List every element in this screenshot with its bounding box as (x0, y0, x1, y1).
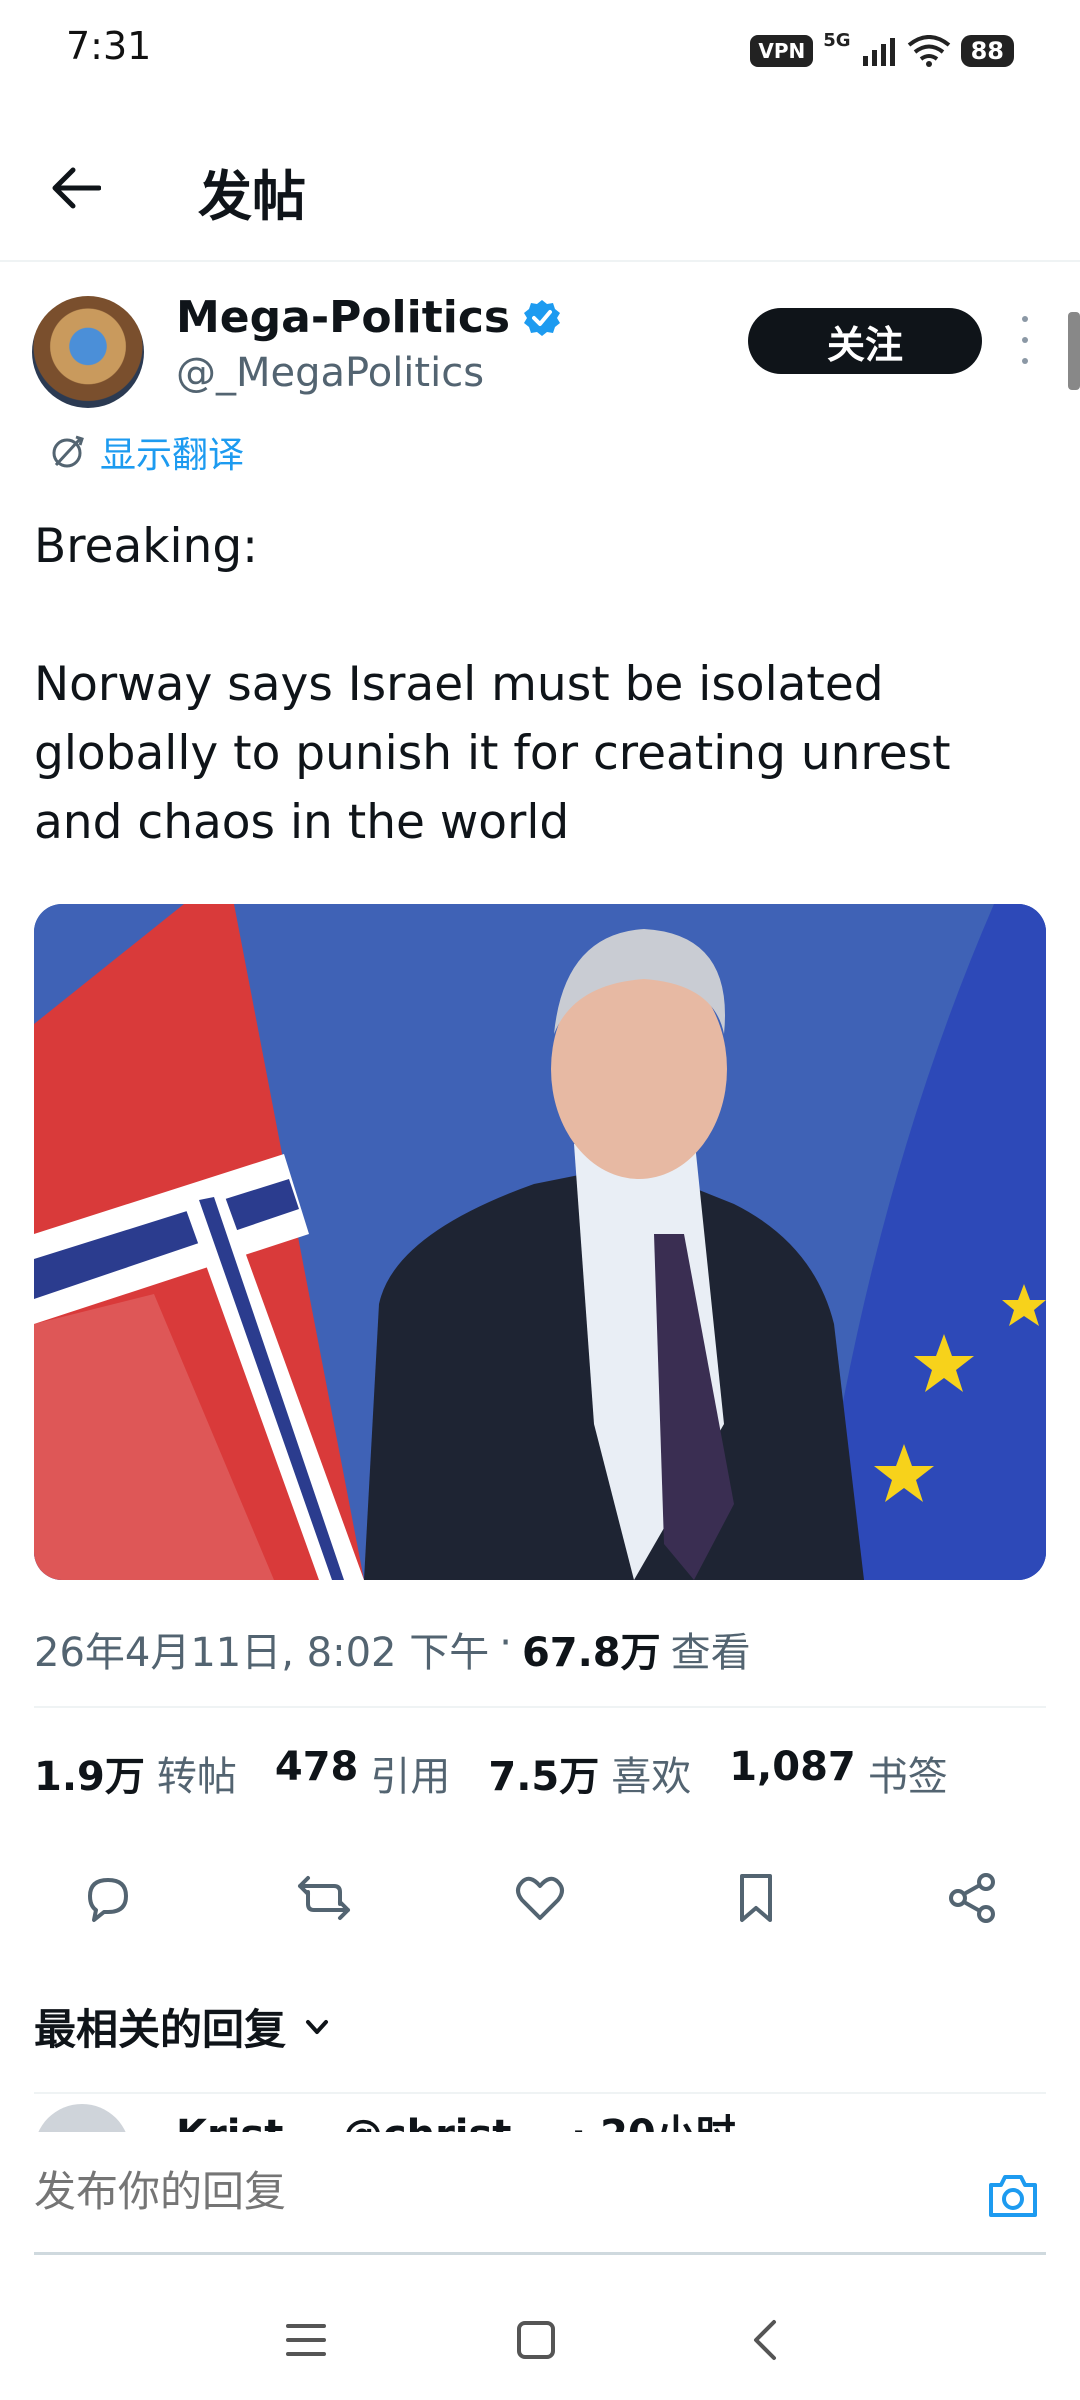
replies-sort-dropdown[interactable]: 最相关的回复 (34, 1996, 332, 2057)
post-meta: 26年4月11日, 8:02 下午 · 67.8万 查看 (34, 1620, 751, 1678)
vpn-badge: VPN (750, 34, 814, 67)
reply-input-underline (34, 2252, 1046, 2255)
reply-icon (88, 1878, 128, 1922)
reply-bar (0, 2132, 1080, 2252)
verified-badge-icon (524, 299, 561, 336)
like-button[interactable] (502, 1860, 578, 1936)
scrollbar[interactable] (1068, 312, 1080, 390)
network-type: 5G (823, 30, 851, 51)
post-image-illustration (34, 904, 1046, 1580)
menu-icon (286, 2324, 326, 2356)
author-handle[interactable]: @_MegaPolitics (176, 350, 484, 396)
like-icon (516, 1876, 564, 1920)
page-title: 发帖 (198, 165, 306, 228)
share-button[interactable] (934, 1860, 1010, 1936)
replies-sort-label: 最相关的回复 (34, 2005, 287, 2054)
reply-button[interactable] (70, 1860, 146, 1936)
camera-icon (989, 2175, 1037, 2217)
post-image[interactable] (34, 904, 1046, 1580)
view-count-label: 查看 (670, 1630, 751, 1676)
follow-button[interactable]: 关注 (748, 308, 982, 374)
post-datetime[interactable]: 26年4月11日, 8:02 下午 (34, 1620, 489, 1678)
status-icons: VPN 5G 88 (750, 30, 1014, 71)
stat-quotes[interactable]: 478 引用 (275, 1744, 451, 1802)
engagement-stats: 1.9万 转帖 478 引用 7.5万 喜欢 1,087 书签 (34, 1744, 986, 1802)
camera-button[interactable] (982, 2168, 1044, 2224)
chevron-down-icon (306, 2019, 329, 2034)
reply-author-peek: Krist... @christ... · 20小时 (176, 2112, 736, 2136)
back-button[interactable] (40, 152, 112, 224)
divider (34, 1706, 1046, 1708)
stat-bookmarks[interactable]: 1,087 书签 (729, 1744, 948, 1802)
wifi-icon (907, 34, 950, 67)
more-options-icon[interactable] (1010, 316, 1040, 364)
stat-label: 转帖 (156, 1754, 237, 1800)
bookmark-button[interactable] (718, 1860, 794, 1936)
reply-input[interactable] (34, 2156, 934, 2226)
stat-value: 478 (274, 1744, 359, 1790)
share-icon (949, 1873, 995, 1923)
stat-value: 7.5万 (488, 1754, 600, 1800)
avatar[interactable] (32, 296, 144, 408)
app-bar: 发帖 (0, 120, 1080, 262)
view-count: 67.8万 (521, 1630, 661, 1676)
stat-label: 引用 (370, 1754, 451, 1800)
show-translation-label[interactable]: 显示翻译 (100, 426, 244, 478)
square-home-icon (517, 2321, 555, 2359)
stat-likes[interactable]: 7.5万 喜欢 (488, 1744, 691, 1802)
meta-separator: · (499, 1620, 512, 1666)
signal-icon (862, 37, 895, 66)
author-name[interactable]: Mega-Politics (176, 292, 510, 343)
arrow-left-icon (52, 167, 101, 209)
bookmark-icon (740, 1874, 772, 1922)
status-time: 7:31 (66, 24, 152, 68)
chevron-left-icon (754, 2320, 776, 2360)
stat-value: 1.9万 (34, 1754, 145, 1800)
translate-icon (52, 435, 84, 468)
menu-button[interactable] (276, 2310, 336, 2370)
stat-reposts[interactable]: 1.9万 转帖 (34, 1744, 237, 1802)
system-nav-bar (0, 2280, 1080, 2400)
author-name-row[interactable]: Mega-Politics (176, 292, 562, 343)
post-text: Breaking: Norway says Israel must be iso… (34, 519, 951, 850)
stat-value: 1,087 (729, 1744, 856, 1790)
battery-indicator: 88 (960, 34, 1014, 67)
status-bar: 7:31 VPN 5G 88 (0, 0, 1080, 100)
stat-label: 书签 (867, 1754, 948, 1800)
stat-label: 喜欢 (611, 1754, 692, 1800)
action-bar (0, 1860, 1080, 1936)
show-translation-link[interactable]: 显示翻译 (48, 426, 244, 478)
next-reply-peek[interactable]: Krist... @christ... · 20小时 (0, 2094, 1080, 2136)
repost-button[interactable] (286, 1860, 362, 1936)
system-back-button[interactable] (736, 2310, 796, 2370)
repost-icon (298, 1876, 350, 1920)
home-button[interactable] (506, 2310, 566, 2370)
